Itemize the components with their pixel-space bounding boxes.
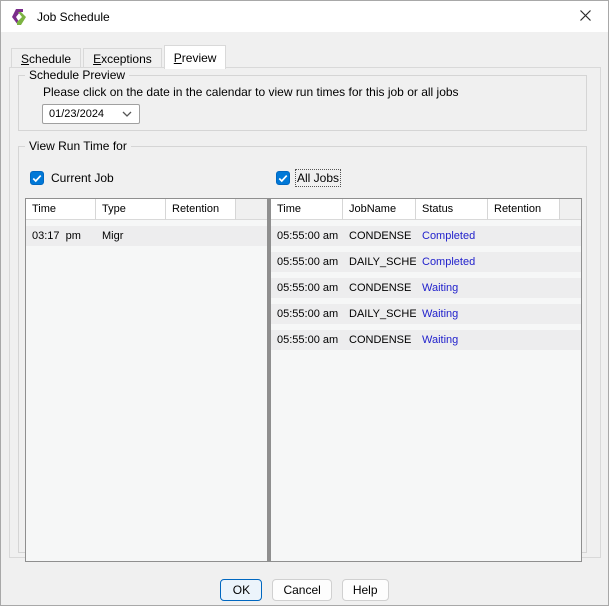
cell-status: Completed [416, 230, 488, 242]
tab-preview[interactable]: Preview [164, 45, 227, 69]
table-row[interactable]: 05:55:00 amCONDENSECompleted [271, 226, 581, 246]
cell-jobname: DAILY_SCHED [343, 308, 416, 320]
close-button[interactable] [562, 1, 608, 32]
view-run-time-group: View Run Time for Current Job [18, 139, 587, 553]
cell-type: Migr [96, 230, 166, 242]
cell-status: Completed [416, 256, 488, 268]
table-row[interactable]: 05:55:00 amCONDENSEWaiting [271, 278, 581, 298]
column-header-type[interactable]: Type [96, 199, 166, 220]
cell-status: Waiting [416, 308, 488, 320]
all-jobs-checkbox[interactable]: All Jobs [276, 171, 339, 185]
titlebar: Job Schedule [1, 1, 608, 32]
chevron-down-icon [122, 111, 132, 117]
checkbox-checked-icon [30, 171, 44, 185]
tab-exceptions[interactable]: Exceptions [83, 48, 162, 68]
cell-status: Waiting [416, 334, 488, 346]
window-title: Job Schedule [37, 10, 110, 24]
run-time-tables: TimeTypeRetention03:17 pmMigr TimeJobNam… [25, 198, 582, 562]
column-header-filler [560, 199, 581, 220]
all-jobs-table: TimeJobNameStatusRetention05:55:00 amCON… [271, 199, 581, 561]
cell-status: Waiting [416, 282, 488, 294]
column-header-jobname[interactable]: JobName [343, 199, 416, 220]
cancel-button[interactable]: Cancel [272, 579, 331, 601]
cell-time: 05:55:00 am [271, 282, 343, 294]
table-row[interactable]: 03:17 pmMigr [26, 226, 267, 246]
table-row[interactable]: 05:55:00 amDAILY_SCHEDWaiting [271, 304, 581, 324]
date-dropdown[interactable]: 01/23/2024 [42, 104, 140, 124]
tab-strip: ScheduleExceptionsPreview [11, 45, 228, 68]
calendar-instruction-text: Please click on the date in the calendar… [43, 85, 586, 99]
help-button[interactable]: Help [342, 579, 389, 601]
checkbox-checked-icon [276, 171, 290, 185]
table-row[interactable]: 05:55:00 amCONDENSEWaiting [271, 330, 581, 350]
cell-time: 05:55:00 am [271, 230, 343, 242]
all-jobs-label: All Jobs [297, 171, 339, 185]
schedule-preview-group: Schedule Preview Please click on the dat… [18, 68, 587, 131]
table-body: 03:17 pmMigr [26, 220, 267, 561]
column-header-time[interactable]: Time [271, 199, 343, 220]
current-job-checkbox[interactable]: Current Job [30, 171, 114, 185]
checkbox-row: Current Job All Jobs [19, 171, 586, 189]
dialog-buttons: OK Cancel Help [1, 579, 608, 601]
cell-time: 05:55:00 am [271, 256, 343, 268]
cell-jobname: CONDENSE [343, 230, 416, 242]
schedule-preview-group-title: Schedule Preview [25, 68, 129, 82]
table-body: 05:55:00 amCONDENSECompleted05:55:00 amD… [271, 220, 581, 561]
tab-schedule[interactable]: Schedule [11, 48, 81, 68]
cell-time: 05:55:00 am [271, 308, 343, 320]
table-row[interactable]: 05:55:00 amDAILY_SCHEDCompleted [271, 252, 581, 272]
column-header-retention[interactable]: Retention [166, 199, 236, 220]
close-icon [580, 9, 591, 24]
column-header-time[interactable]: Time [26, 199, 96, 220]
column-header-filler [236, 199, 267, 220]
cell-jobname: CONDENSE [343, 282, 416, 294]
date-dropdown-value: 01/23/2024 [49, 108, 104, 120]
current-job-table: TimeTypeRetention 03:17 pmMigr [26, 199, 267, 561]
view-run-time-group-title: View Run Time for [25, 139, 131, 153]
cell-jobname: DAILY_SCHED [343, 256, 416, 268]
current-job-label: Current Job [51, 171, 114, 185]
tab-content-pane: Schedule Preview Please click on the dat… [9, 67, 601, 558]
job-schedule-dialog: Job Schedule ScheduleExceptionsPreview S… [0, 0, 609, 606]
cell-time: 03:17 pm [26, 230, 96, 242]
column-header-status[interactable]: Status [416, 199, 488, 220]
cell-jobname: CONDENSE [343, 334, 416, 346]
column-header-retention[interactable]: Retention [488, 199, 560, 220]
cell-time: 05:55:00 am [271, 334, 343, 346]
ok-button[interactable]: OK [220, 579, 262, 601]
app-logo-icon [10, 8, 28, 26]
